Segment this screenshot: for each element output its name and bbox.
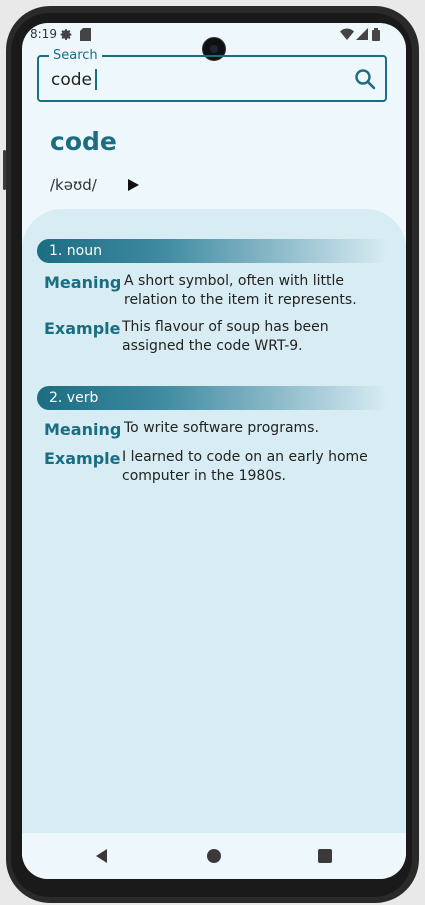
home-icon[interactable]: [205, 847, 223, 865]
sd-card-icon: [80, 28, 91, 44]
gear-icon: [60, 28, 73, 44]
part-of-speech-header: 2. verb: [37, 386, 387, 410]
device-frame: 8:19 Search code code /kəʊd/ 1. noun Mea…: [0, 0, 425, 905]
search-icon[interactable]: [353, 67, 377, 91]
search-field[interactable]: Search: [37, 48, 387, 102]
screen: 8:19 Search code code /kəʊd/ 1. noun Mea…: [22, 23, 406, 879]
play-icon[interactable]: [126, 177, 140, 191]
text-caret: [95, 69, 97, 90]
meaning-text: To write software programs.: [124, 420, 319, 436]
example-text: I learned to code on an early home compu…: [122, 449, 368, 484]
wifi-icon: [340, 28, 354, 43]
meaning-label: Meaning: [44, 273, 122, 292]
recents-icon[interactable]: [316, 847, 334, 865]
example-label: Example: [44, 449, 121, 468]
search-label: Search: [49, 48, 102, 63]
part-of-speech-header: 1. noun: [37, 239, 387, 263]
navigation-bar: [22, 833, 406, 879]
example-text: This flavour of soup has been assigned t…: [122, 319, 329, 354]
status-time: 8:19: [30, 27, 57, 41]
meaning-text: A short symbol, often with little relati…: [124, 273, 357, 308]
word-title: code: [50, 127, 117, 156]
definitions-card: 1. noun Meaning A short symbol, often wi…: [22, 209, 406, 849]
example-label: Example: [44, 319, 121, 338]
side-button: [3, 150, 6, 190]
signal-icon: [356, 28, 368, 43]
battery-icon: [372, 28, 380, 44]
phonetic-transcription: /kəʊd/: [50, 176, 97, 194]
meaning-label: Meaning: [44, 420, 122, 439]
back-icon[interactable]: [93, 847, 111, 865]
